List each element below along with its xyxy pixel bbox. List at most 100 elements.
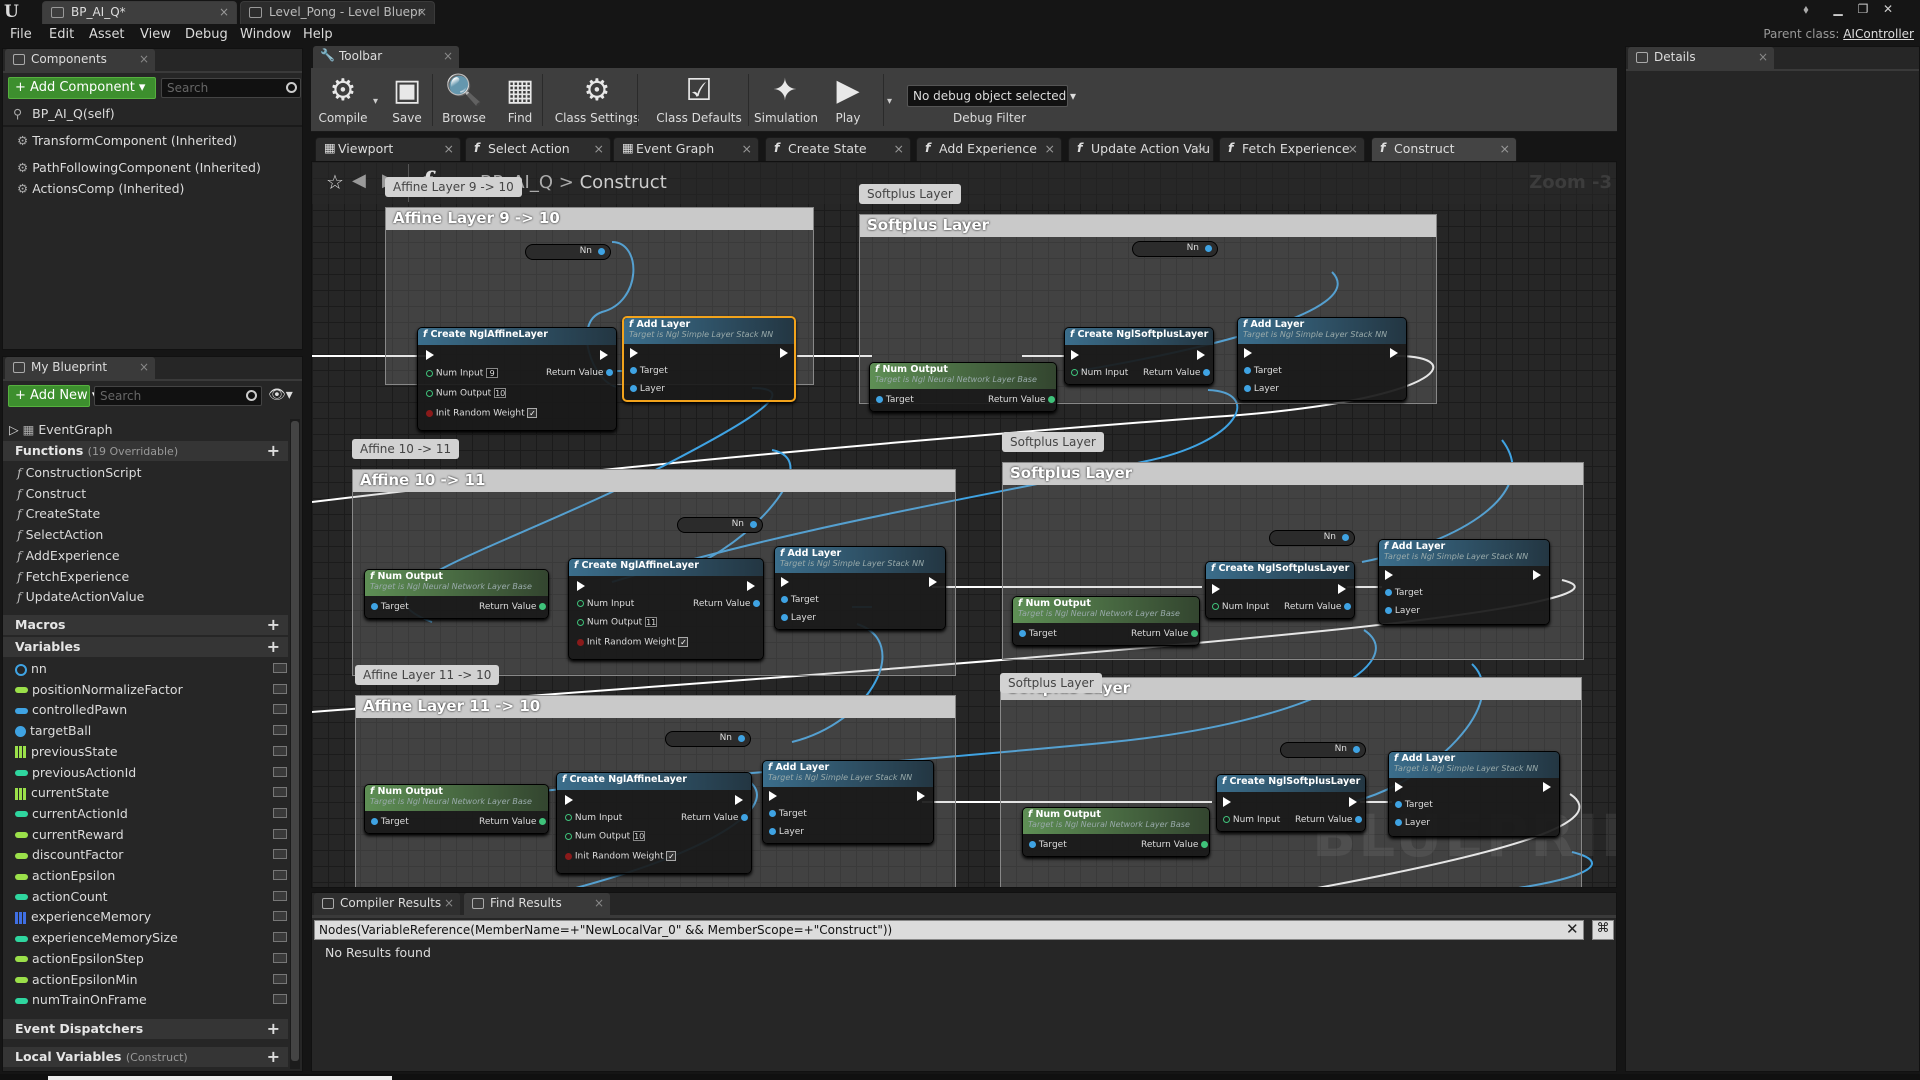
close-icon[interactable]: × — [219, 5, 229, 19]
return-value-pin[interactable]: Return Value — [1143, 368, 1211, 378]
function-item[interactable]: f AddExperience — [17, 548, 120, 563]
init-random-weight-pin[interactable]: Init Random Weight ✓ — [577, 637, 689, 648]
variable-item[interactable]: previousActionId — [15, 765, 287, 780]
tab-details[interactable]: Details × — [1628, 47, 1774, 69]
add-variable-icon[interactable]: + — [267, 637, 280, 656]
num-output-pin[interactable]: Num Output 10 — [426, 388, 507, 399]
add-layer-node[interactable]: f Add Layer Target is Ngl Simple Layer St… — [774, 546, 946, 630]
clear-search-icon[interactable]: ✕ — [1566, 920, 1579, 938]
create-affine-layer-node[interactable]: f Create NglAffineLayer Num Input 9 Retu… — [417, 327, 617, 431]
close-icon[interactable]: × — [894, 141, 904, 156]
function-item[interactable]: f Construct — [17, 486, 86, 501]
variable-item[interactable]: experienceMemorySize — [15, 930, 287, 945]
graph-tab-add-experience[interactable]: f Add Experience × — [916, 137, 1062, 161]
variable-item[interactable]: actionEpsilon — [15, 868, 287, 883]
variable-item[interactable]: previousState — [15, 744, 287, 759]
comment-bubble[interactable]: Softplus Layer — [859, 184, 961, 204]
close-icon[interactable]: × — [1348, 141, 1358, 156]
layer-pin[interactable]: Layer — [769, 827, 804, 837]
visibility-toggle-icon[interactable] — [273, 994, 287, 1005]
target-pin[interactable]: Target — [371, 602, 409, 612]
exec-out-pin[interactable] — [1543, 782, 1551, 793]
exec-out-pin[interactable] — [780, 348, 788, 359]
num-input-pin[interactable]: Num Input 9 — [426, 368, 499, 379]
nn-variable-node[interactable]: Nn — [1280, 742, 1366, 758]
exec-out-pin[interactable] — [600, 350, 608, 361]
exec-in-pin[interactable] — [630, 348, 638, 359]
create-softplus-layer-node[interactable]: f Create NglSoftplusLayer Num Input Retu… — [1064, 327, 1214, 385]
layer-pin[interactable]: Layer — [1244, 384, 1279, 394]
graph-tab-fetch-experience[interactable]: f Fetch Experience × — [1219, 137, 1365, 161]
variable-item[interactable]: experienceMemory — [15, 909, 287, 924]
add-dispatcher-icon[interactable]: + — [267, 1019, 280, 1038]
close-icon[interactable]: × — [742, 141, 752, 156]
close-icon[interactable]: × — [139, 360, 149, 374]
component-self[interactable]: ⚲ BP_AI_Q(self) — [13, 106, 115, 121]
nn-variable-node[interactable]: Nn — [1132, 241, 1218, 257]
visibility-toggle-icon[interactable] — [273, 932, 287, 943]
variable-item[interactable]: actionCount — [15, 889, 287, 904]
variable-item[interactable]: positionNormalizeFactor — [15, 682, 287, 697]
function-item[interactable]: f ConstructionScript — [17, 465, 141, 480]
exec-in-pin[interactable] — [577, 581, 585, 592]
exec-out-pin[interactable] — [1390, 348, 1398, 359]
tab-toolbar[interactable]: 🔧 Toolbar × — [313, 46, 459, 68]
close-icon[interactable]: × — [444, 896, 454, 910]
init-random-weight-pin[interactable]: Init Random Weight ✓ — [426, 408, 538, 419]
graph-tab-update-action-valu[interactable]: f Update Action Valu × — [1068, 137, 1214, 161]
return-value-pin[interactable]: Return Value — [1284, 602, 1352, 612]
variable-item[interactable]: numTrainOnFrame — [15, 992, 287, 1007]
return-value-pin[interactable]: Return Value — [693, 599, 761, 609]
menu-asset[interactable]: Asset — [89, 27, 125, 42]
compile-button[interactable]: ⚙ Compile — [313, 71, 373, 131]
variable-item[interactable]: currentReward — [15, 827, 287, 842]
close-icon[interactable]: × — [1500, 141, 1510, 156]
visibility-toggle-icon[interactable] — [273, 911, 287, 922]
tab-my-blueprint[interactable]: My Blueprint × — [5, 357, 155, 379]
exec-out-pin[interactable] — [1338, 584, 1346, 595]
comment-bubble[interactable]: Affine Layer 9 -> 10 — [385, 177, 522, 197]
exec-out-pin[interactable] — [735, 795, 743, 806]
eye-icon[interactable]: 👁▾ — [268, 387, 293, 403]
return-value-pin[interactable]: Return Value — [1131, 629, 1199, 639]
doc-tab-bp-ai-q[interactable]: BP_AI_Q* × — [42, 1, 237, 24]
component-item[interactable]: ⚙ TransformComponent (Inherited) — [17, 133, 237, 148]
add-local-variable-icon[interactable]: + — [267, 1047, 280, 1066]
layer-pin[interactable]: Layer — [781, 613, 816, 623]
return-value-pin[interactable]: Return Value — [479, 817, 547, 827]
close-icon[interactable]: × — [417, 5, 427, 19]
minimize-button[interactable]: ▁ — [1828, 2, 1848, 16]
local-variables-section[interactable]: Local Variables (Construct) + — [3, 1047, 288, 1067]
close-icon[interactable]: × — [443, 49, 453, 63]
visibility-toggle-icon[interactable] — [273, 725, 287, 736]
return-value-pin[interactable]: Return Value — [546, 368, 614, 378]
menu-window[interactable]: Window — [240, 27, 291, 42]
tab-compiler-results[interactable]: Compiler Results × — [314, 893, 460, 915]
add-component-button[interactable]: + Add Component ▾ — [8, 77, 156, 99]
function-item[interactable]: f UpdateActionValue — [17, 589, 144, 604]
menu-edit[interactable]: Edit — [49, 27, 74, 42]
graph-tab-viewport[interactable]: ▦ Viewport × — [315, 137, 461, 161]
exec-in-pin[interactable] — [769, 791, 777, 802]
restore-button[interactable]: ❐ — [1853, 2, 1873, 16]
notification-icon[interactable]: ⬧ — [1796, 2, 1816, 16]
play-button[interactable]: ▶ Play — [819, 71, 877, 131]
exec-in-pin[interactable] — [1244, 348, 1252, 359]
layer-pin[interactable]: Layer — [1385, 606, 1420, 616]
num-input-pin[interactable]: Num Input — [577, 599, 634, 609]
pin-value[interactable]: 10 — [633, 831, 646, 841]
add-new-button[interactable]: + Add New ▾ — [8, 385, 98, 407]
num-output-node[interactable]: f Num Output Target is Ngl Neural Network… — [1022, 807, 1210, 857]
return-value-pin[interactable]: Return Value — [1141, 840, 1209, 850]
close-icon[interactable]: × — [594, 141, 604, 156]
target-pin[interactable]: Target — [1244, 366, 1282, 376]
target-pin[interactable]: Target — [769, 809, 807, 819]
search-icon[interactable] — [286, 82, 297, 93]
visibility-toggle-icon[interactable] — [273, 828, 287, 839]
component-item[interactable]: ⚙ ActionsComp (Inherited) — [17, 181, 184, 196]
exec-in-pin[interactable] — [781, 577, 789, 588]
macros-section[interactable]: Macros + — [3, 615, 288, 635]
visibility-toggle-icon[interactable] — [273, 890, 287, 901]
visibility-toggle-icon[interactable] — [273, 849, 287, 860]
num-input-pin[interactable]: Num Input — [565, 813, 622, 823]
